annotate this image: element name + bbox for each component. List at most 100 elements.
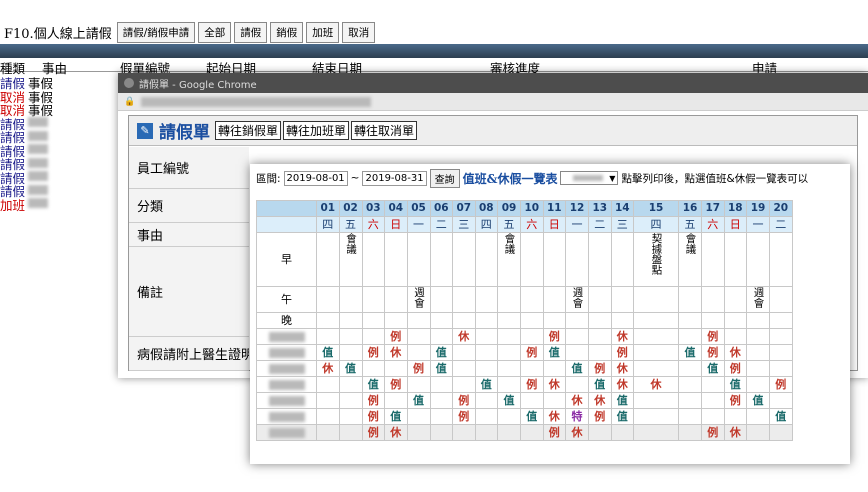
- duty-cell[interactable]: [474, 424, 498, 441]
- duty-cell[interactable]: [588, 328, 612, 345]
- schedule-cell[interactable]: [588, 312, 612, 329]
- duty-cell[interactable]: [746, 360, 770, 377]
- day-header[interactable]: 05: [406, 200, 431, 217]
- day-header[interactable]: 04: [384, 200, 408, 217]
- duty-cell[interactable]: [723, 408, 747, 425]
- duty-cell[interactable]: 例: [361, 344, 385, 361]
- duty-cell[interactable]: 值: [542, 344, 566, 361]
- day-header[interactable]: 11: [542, 200, 566, 217]
- duty-cell[interactable]: [633, 424, 679, 441]
- duty-cell[interactable]: [474, 392, 498, 409]
- day-header[interactable]: 13: [588, 200, 612, 217]
- list-item[interactable]: 請假: [0, 168, 118, 186]
- day-header[interactable]: 01: [316, 200, 340, 217]
- duty-cell[interactable]: [406, 376, 431, 393]
- schedule-cell[interactable]: [746, 312, 770, 329]
- schedule-cell[interactable]: [610, 286, 634, 313]
- duty-cell[interactable]: [588, 344, 612, 361]
- duty-cell[interactable]: 例: [542, 424, 566, 441]
- schedule-cell[interactable]: [678, 286, 702, 313]
- schedule-cell[interactable]: [497, 312, 521, 329]
- duty-cell[interactable]: [338, 408, 363, 425]
- duty-cell[interactable]: 值: [474, 376, 498, 393]
- duty-cell[interactable]: [474, 344, 498, 361]
- duty-cell[interactable]: [316, 328, 340, 345]
- duty-cell[interactable]: 值: [565, 360, 589, 377]
- schedule-cell[interactable]: [769, 286, 793, 313]
- day-header[interactable]: 16: [678, 200, 702, 217]
- duty-cell[interactable]: [338, 328, 363, 345]
- duty-cell[interactable]: 例: [361, 408, 385, 425]
- duty-cell[interactable]: 例: [384, 328, 408, 345]
- duty-cell[interactable]: [520, 328, 544, 345]
- duty-cell[interactable]: [769, 360, 793, 377]
- schedule-cell[interactable]: [701, 232, 725, 287]
- duty-cell[interactable]: [769, 328, 793, 345]
- duty-cell[interactable]: 值: [429, 360, 453, 377]
- duty-cell[interactable]: [361, 328, 385, 345]
- duty-cell[interactable]: 休: [452, 328, 476, 345]
- duty-cell[interactable]: 例: [723, 392, 747, 409]
- duty-cell[interactable]: [678, 392, 702, 409]
- schedule-cell[interactable]: [452, 312, 476, 329]
- duty-cell[interactable]: 例: [406, 360, 431, 377]
- day-header[interactable]: 20: [769, 200, 793, 217]
- duty-cell[interactable]: [520, 424, 544, 441]
- duty-cell[interactable]: 值: [723, 376, 747, 393]
- duty-cell[interactable]: [452, 424, 476, 441]
- duty-cell[interactable]: 例: [452, 392, 476, 409]
- schedule-cell[interactable]: [474, 232, 498, 287]
- duty-cell[interactable]: [701, 392, 725, 409]
- address-bar[interactable]: 🔒: [118, 93, 868, 111]
- duty-cell[interactable]: [701, 376, 725, 393]
- schedule-cell[interactable]: 契據盤點: [633, 232, 679, 287]
- schedule-cell[interactable]: [338, 286, 363, 313]
- duty-cell[interactable]: [316, 408, 340, 425]
- filter-cancel-leave-button[interactable]: 銷假: [270, 21, 304, 43]
- list-item[interactable]: 請假: [0, 141, 118, 159]
- duty-cell[interactable]: 例: [769, 376, 793, 393]
- duty-cell[interactable]: 值: [361, 376, 385, 393]
- start-date-input[interactable]: 2019-08-01: [283, 170, 348, 186]
- duty-cell[interactable]: [678, 424, 702, 441]
- schedule-cell[interactable]: [520, 286, 544, 313]
- schedule-cell[interactable]: [565, 232, 589, 287]
- duty-cell[interactable]: [701, 408, 725, 425]
- day-header[interactable]: 15: [633, 200, 679, 217]
- duty-cell[interactable]: [633, 344, 679, 361]
- day-header[interactable]: 09: [497, 200, 521, 217]
- schedule-cell[interactable]: [633, 312, 679, 329]
- schedule-cell[interactable]: [384, 312, 408, 329]
- list-item[interactable]: 加班: [0, 195, 118, 213]
- day-header[interactable]: 19: [746, 200, 770, 217]
- query-button[interactable]: 查詢: [429, 168, 460, 188]
- schedule-cell[interactable]: 會議: [497, 232, 521, 287]
- duty-cell[interactable]: [633, 360, 679, 377]
- duty-cell[interactable]: 值: [338, 360, 363, 377]
- duty-cell[interactable]: [338, 424, 363, 441]
- duty-cell[interactable]: [429, 376, 453, 393]
- duty-cell[interactable]: 休: [588, 392, 612, 409]
- schedule-cell[interactable]: [338, 312, 363, 329]
- schedule-cell[interactable]: [542, 312, 566, 329]
- duty-cell[interactable]: 休: [610, 328, 634, 345]
- schedule-cell[interactable]: [497, 286, 521, 313]
- duty-cell[interactable]: 例: [542, 328, 566, 345]
- duty-cell[interactable]: [565, 344, 589, 361]
- duty-cell[interactable]: [384, 392, 408, 409]
- duty-cell[interactable]: [497, 328, 521, 345]
- filter-cancelled-button[interactable]: 取消: [342, 21, 376, 43]
- duty-cell[interactable]: [769, 424, 793, 441]
- duty-cell[interactable]: [542, 392, 566, 409]
- schedule-cell[interactable]: [678, 312, 702, 329]
- duty-cell[interactable]: 值: [384, 408, 408, 425]
- duty-cell[interactable]: 例: [361, 424, 385, 441]
- filter-overtime-button[interactable]: 加班: [306, 21, 340, 43]
- duty-cell[interactable]: [769, 392, 793, 409]
- duty-cell[interactable]: 值: [746, 392, 770, 409]
- duty-cell[interactable]: 值: [520, 408, 544, 425]
- duty-cell[interactable]: [746, 424, 770, 441]
- duty-cell[interactable]: [588, 424, 612, 441]
- duty-cell[interactable]: [565, 376, 589, 393]
- duty-cell[interactable]: [633, 392, 679, 409]
